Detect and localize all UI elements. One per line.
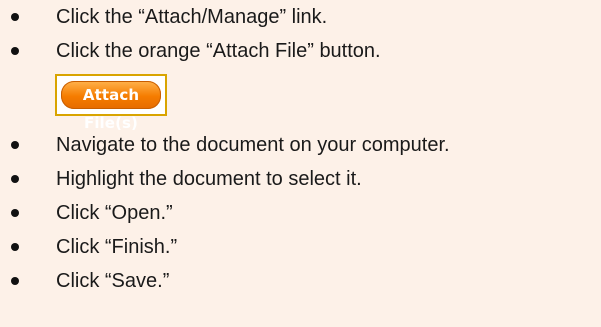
step-text: Navigate to the document on your compute… — [56, 134, 450, 156]
step-attach-manage: Click the “Attach/Manage” link. — [0, 0, 601, 34]
step-highlight: Highlight the document to select it. — [0, 162, 601, 196]
step-text: Click “Open.” — [56, 202, 173, 224]
step-attach-file: Click the orange “Attach File” button. — [0, 34, 601, 68]
step-open: Click “Open.” — [0, 196, 601, 230]
step-save: Click “Save.” — [0, 264, 601, 298]
bullet-icon — [11, 141, 19, 149]
step-text: Highlight the document to select it. — [56, 168, 362, 190]
instruction-list: Click the “Attach/Manage” link. Click th… — [0, 0, 601, 298]
bullet-icon — [11, 47, 19, 55]
attach-button-image: Attach File(s) — [0, 68, 601, 132]
bullet-icon — [11, 243, 19, 251]
step-finish: Click “Finish.” — [0, 230, 601, 264]
step-text: Click “Save.” — [56, 270, 170, 292]
attach-files-button[interactable]: Attach File(s) — [61, 81, 161, 132]
bullet-icon — [11, 13, 19, 21]
step-text: Click the orange “Attach File” button. — [56, 40, 381, 62]
bullet-icon — [11, 209, 19, 217]
step-text: Click the “Attach/Manage” link. — [56, 6, 328, 28]
bullet-icon — [11, 175, 19, 183]
bullet-icon — [11, 277, 19, 285]
step-navigate: Navigate to the document on your compute… — [0, 128, 601, 162]
step-text: Click “Finish.” — [56, 236, 178, 258]
attach-button-frame: Attach File(s) — [55, 74, 167, 132]
